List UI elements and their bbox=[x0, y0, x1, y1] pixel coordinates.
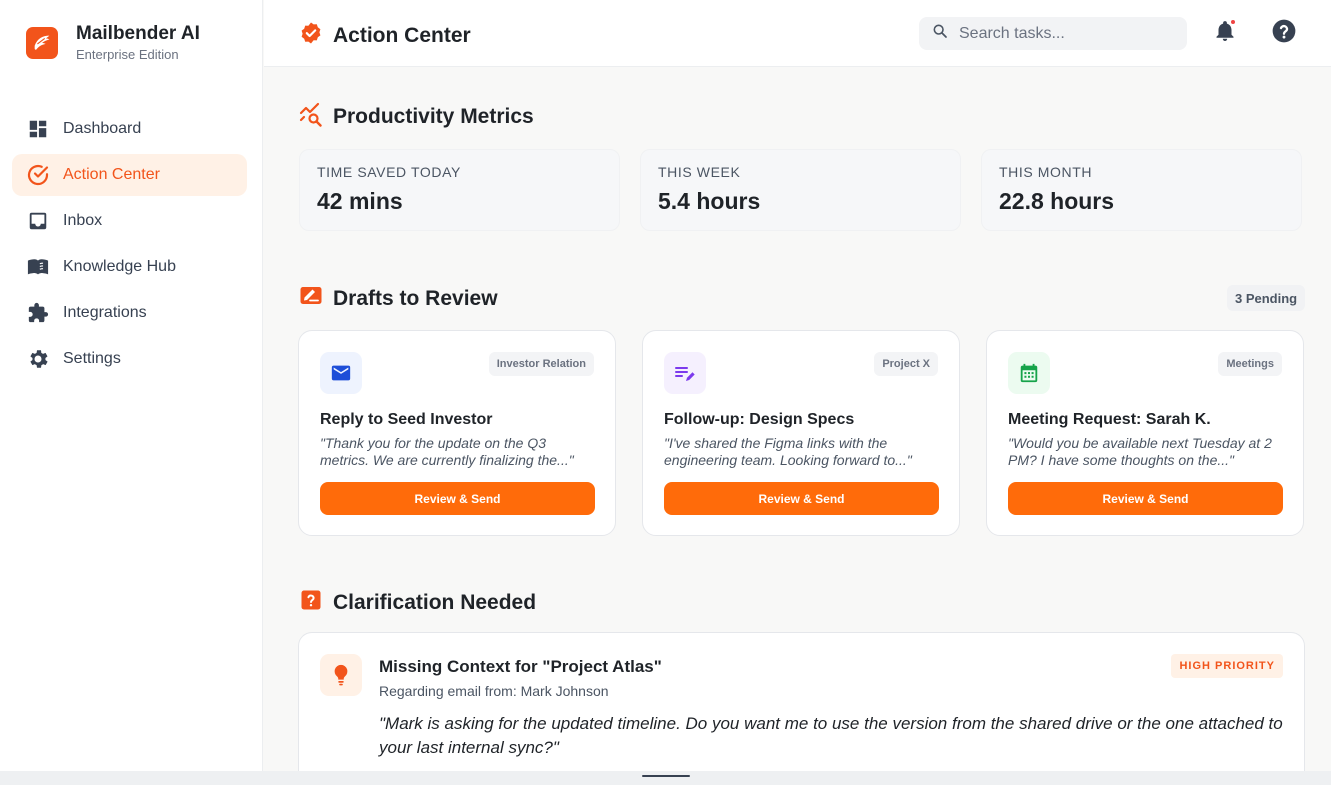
inbox-icon bbox=[26, 209, 50, 233]
notification-dot bbox=[1230, 19, 1236, 25]
bell-icon bbox=[1213, 21, 1237, 47]
page-title: Action Center bbox=[333, 23, 471, 47]
help-icon bbox=[1271, 19, 1297, 48]
draft-card: Investor Relation Reply to Seed Investor… bbox=[298, 330, 616, 536]
metric-label: THIS MONTH bbox=[999, 164, 1093, 180]
draft-card: Meetings Meeting Request: Sarah K. "Woul… bbox=[986, 330, 1304, 536]
sidebar-item-label: Inbox bbox=[63, 212, 103, 229]
metric-card-today: TIME SAVED TODAY 42 mins bbox=[299, 149, 620, 231]
home-indicator[interactable] bbox=[642, 775, 690, 777]
gear-icon bbox=[26, 347, 50, 371]
review-send-button[interactable]: Review & Send bbox=[664, 482, 939, 515]
draft-tag: Meetings bbox=[1218, 352, 1282, 376]
calendar-icon bbox=[1008, 352, 1050, 394]
search-input[interactable] bbox=[959, 24, 1169, 43]
top-header: Action Center bbox=[264, 0, 1331, 67]
sidebar-item-settings[interactable]: Settings bbox=[12, 338, 247, 380]
draft-tag: Investor Relation bbox=[488, 352, 594, 376]
draft-snippet: "Would you be available next Tuesday at … bbox=[1008, 435, 1272, 468]
clarification-card[interactable]: Missing Context for "Project Atlas" Rega… bbox=[298, 632, 1305, 785]
bottom-bar bbox=[0, 771, 1331, 785]
draft-snippet: "I've shared the Figma links with the en… bbox=[664, 435, 912, 468]
draft-snippet: "Thank you for the update on the Q3 metr… bbox=[320, 435, 574, 468]
draft-tag: Project X bbox=[874, 352, 938, 376]
notifications-button[interactable] bbox=[1213, 19, 1237, 43]
sidebar-item-knowledge-hub[interactable]: Knowledge Hub bbox=[12, 246, 247, 288]
brand-edition: Enterprise Edition bbox=[76, 47, 179, 62]
metric-label: THIS WEEK bbox=[658, 164, 741, 180]
review-send-button[interactable]: Review & Send bbox=[320, 482, 595, 515]
sidebar-item-dashboard[interactable]: Dashboard bbox=[12, 108, 247, 150]
brand-logo-icon bbox=[26, 26, 58, 59]
mail-icon bbox=[320, 352, 362, 394]
section-title: Clarification Needed bbox=[333, 590, 537, 614]
brand-name: Mailbender AI bbox=[76, 23, 200, 44]
section-productivity-metrics: Productivity Metrics bbox=[299, 101, 534, 132]
clarification-quote: "Mark is asking for the updated timeline… bbox=[379, 714, 1283, 757]
draft-title: Meeting Request: Sarah K. bbox=[1008, 411, 1211, 428]
lightbulb-icon bbox=[320, 654, 362, 696]
metric-card-month: THIS MONTH 22.8 hours bbox=[981, 149, 1302, 231]
sidebar: Mailbender AI Enterprise Edition Dashboa… bbox=[0, 0, 263, 771]
clarification-title: Missing Context for "Project Atlas" bbox=[379, 657, 662, 676]
sidebar-item-label: Knowledge Hub bbox=[63, 258, 176, 275]
draft-edit-icon bbox=[299, 284, 323, 313]
metric-card-week: THIS WEEK 5.4 hours bbox=[640, 149, 961, 231]
sidebar-item-label: Integrations bbox=[63, 304, 147, 321]
help-button[interactable] bbox=[1271, 18, 1297, 44]
dashboard-icon bbox=[26, 117, 50, 141]
draft-card: Project X Follow-up: Design Specs "I've … bbox=[642, 330, 960, 536]
section-drafts-to-review: Drafts to Review bbox=[299, 284, 498, 313]
search-box[interactable] bbox=[919, 17, 1187, 50]
priority-badge: HIGH PRIORITY bbox=[1171, 654, 1283, 678]
puzzle-icon bbox=[26, 301, 50, 325]
metric-value: 42 mins bbox=[317, 188, 403, 214]
verified-badge-icon bbox=[299, 21, 323, 50]
edit-note-icon bbox=[664, 352, 706, 394]
sidebar-item-integrations[interactable]: Integrations bbox=[12, 292, 247, 334]
book-icon bbox=[26, 255, 50, 279]
sidebar-item-label: Dashboard bbox=[63, 120, 142, 137]
clarification-subtitle: Regarding email from: Mark Johnson bbox=[379, 683, 609, 699]
review-send-button[interactable]: Review & Send bbox=[1008, 482, 1283, 515]
sidebar-item-action-center[interactable]: Action Center bbox=[12, 154, 247, 196]
question-box-icon bbox=[299, 588, 323, 617]
sidebar-nav: Dashboard Action Center Inbox Knowledge … bbox=[12, 108, 247, 384]
check-circle-icon bbox=[26, 163, 50, 187]
section-title: Drafts to Review bbox=[333, 286, 498, 310]
pending-count-badge: 3 Pending bbox=[1227, 285, 1306, 311]
analytics-icon bbox=[299, 101, 323, 132]
draft-title: Reply to Seed Investor bbox=[320, 411, 493, 428]
draft-title: Follow-up: Design Specs bbox=[664, 411, 855, 428]
search-icon bbox=[932, 23, 948, 44]
metric-value: 22.8 hours bbox=[999, 188, 1115, 214]
sidebar-item-inbox[interactable]: Inbox bbox=[12, 200, 247, 242]
brand[interactable]: Mailbender AI Enterprise Edition bbox=[26, 22, 200, 63]
sidebar-item-label: Action Center bbox=[63, 166, 160, 183]
sidebar-item-label: Settings bbox=[63, 350, 121, 367]
metric-label: TIME SAVED TODAY bbox=[317, 164, 461, 180]
section-clarification-needed: Clarification Needed bbox=[299, 588, 536, 617]
metric-value: 5.4 hours bbox=[658, 188, 761, 214]
section-title: Productivity Metrics bbox=[333, 104, 534, 128]
